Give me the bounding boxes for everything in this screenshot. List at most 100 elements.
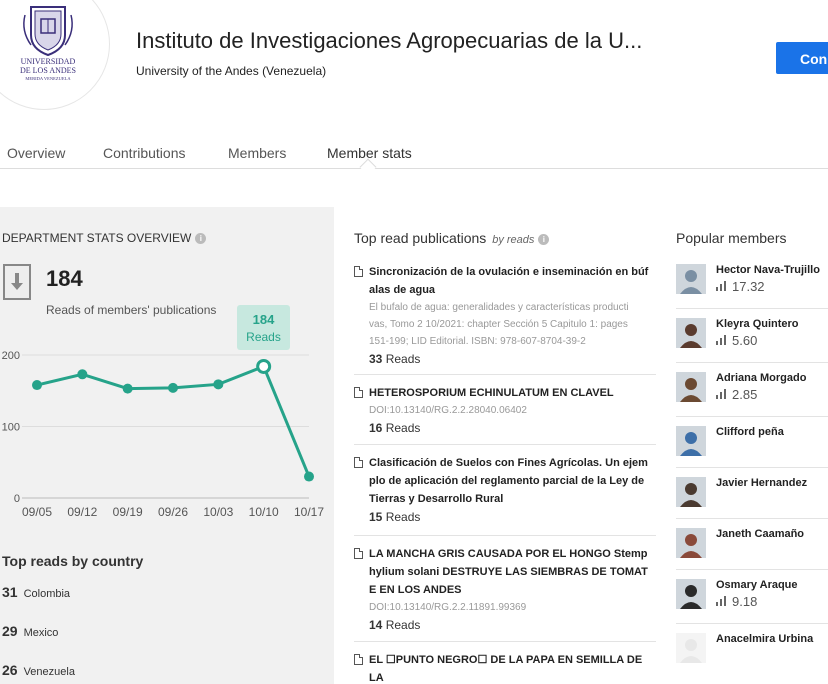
publication-reads: 33 Reads [369,350,656,368]
x-tick-label: 09/19 [113,505,143,519]
divider [676,518,828,519]
publication-title[interactable]: hylium solani DESTRUYE LAS SIEMBRAS DE T… [369,563,656,581]
member-score-value: 5.60 [732,333,758,348]
member-score: 5.60 [716,333,757,348]
member-score: 2.85 [716,387,757,402]
data-point [304,471,314,482]
avatar[interactable] [676,633,706,663]
member-name[interactable]: Kleyra Quintero [716,318,799,330]
contact-button[interactable]: Con [776,42,828,74]
stats-heading-row: DEPARTMENT STATS OVERVIEW i [2,231,207,245]
publication-title[interactable]: plo de aplicación del reglamento parcial… [369,472,656,490]
country-row: 29 Mexico [2,623,58,639]
document-icon [354,548,363,559]
member-score-value: 17.32 [732,279,765,294]
avatar[interactable] [676,477,706,507]
publication-title[interactable]: EL ☐PUNTO NEGRO☐ DE LA PAPA EN SEMILLA D… [369,651,656,684]
publication-title[interactable]: LA MANCHA GRIS CAUSADA POR EL HONGO Stem… [369,545,656,563]
institution-subtitle[interactable]: University of the Andes (Venezuela) [136,64,326,78]
y-tick-label: 100 [2,422,20,434]
publication-title[interactable]: Sincronización de la ovulación e insemin… [369,263,656,281]
member-name[interactable]: Anacelmira Urbina [716,633,813,645]
publication-reads-count: 33 [369,352,383,366]
member-name[interactable]: Janeth Caamaño [716,528,804,540]
publication-reads: 15 Reads [369,508,656,526]
document-icon [354,457,363,468]
publication-item[interactable]: Sincronización de la ovulación e insemin… [354,263,656,368]
total-reads-label: Reads of members' publications [46,303,217,317]
publication-item[interactable]: HETEROSPORIUM ECHINULATUM EN CLAVEL DOI:1… [354,384,656,437]
publication-reads-label: Reads [385,618,421,632]
publication-meta: DOI:10.13140/RG.2.2.28040.06402 [369,405,527,416]
publication-item[interactable]: LA MANCHA GRIS CAUSADA POR EL HONGO Stem… [354,545,656,634]
bar-chart-icon [716,335,728,345]
tab-member-stats[interactable]: Member stats [327,145,412,161]
member-item[interactable]: Adriana Morgado 2.85 [676,372,828,412]
publication-item[interactable]: EL ☐PUNTO NEGRO☐ DE LA PAPA EN SEMILLA D… [354,651,656,684]
member-item[interactable]: Osmary Araque 9.18 [676,579,828,619]
member-item[interactable]: Javier Hernandez [676,477,828,517]
avatar[interactable] [676,528,706,558]
tab-members[interactable]: Members [228,145,286,161]
divider [676,467,828,468]
member-item[interactable]: Clifford peña [676,426,828,466]
institution-title: Instituto de Investigaciones Agropecuari… [136,28,643,53]
avatar[interactable] [676,426,706,456]
data-point [77,369,88,380]
member-score-value: 9.18 [732,594,758,609]
country-name: Venezuela [23,666,75,678]
publication-title[interactable]: Clasificación de Suelos con Fines Agríco… [369,454,656,472]
avatar-head [685,378,697,390]
avatar[interactable] [676,372,706,402]
x-tick-label: 09/26 [158,505,188,519]
member-name[interactable]: Hector Nava-Trujillo [716,264,820,276]
avatar-head [685,534,697,546]
institution-logo: UNIVERSIDAD DE LOS ANDES MERIDA VENEZUEL… [0,0,110,110]
bar-chart-icon [716,596,728,606]
publication-meta: 151-199; LID Editorial. ISBN: 978-607-87… [369,336,586,347]
avatar-head [685,270,697,282]
member-item[interactable]: Hector Nava-Trujillo 17.32 [676,264,828,304]
publication-title[interactable]: E EN LOS ANDES [369,581,656,599]
info-icon[interactable]: i [538,233,550,245]
avatar[interactable] [676,264,706,294]
publication-meta: El bufalo de agua: generalidades y carac… [369,302,629,313]
data-point [32,380,42,391]
data-point-highlight [256,358,272,374]
avatar[interactable] [676,318,706,348]
x-tick-label: 10/03 [203,505,233,519]
avatar[interactable] [676,579,706,609]
tab-contributions[interactable]: Contributions [103,145,186,161]
publication-reads-count: 15 [369,510,383,524]
publication-title[interactable]: Tierras y Desarrollo Rural [369,490,656,508]
publication-title[interactable]: HETEROSPORIUM ECHINULATUM EN CLAVEL [369,384,656,402]
member-score: 9.18 [716,594,757,609]
member-name[interactable]: Clifford peña [716,426,784,438]
divider [676,416,828,417]
country-count: 31 [2,584,18,600]
divider [354,535,656,536]
country-row: 26 Venezuela [2,662,75,678]
publication-reads-label: Reads [385,352,421,366]
logo-text-line-1: UNIVERSIDAD [21,57,76,66]
document-icon [354,654,363,665]
member-item[interactable]: Anacelmira Urbina [676,633,828,673]
publications-heading-row: Top read publications by reads i [354,230,550,246]
member-item[interactable]: Kleyra Quintero 5.60 [676,318,828,358]
tab-overview[interactable]: Overview [7,145,65,161]
reads-line-chart[interactable]: 0 100 200 09/05 09/12 09/19 09/26 10/03 10/10 10/… [0,345,334,523]
divider [676,569,828,570]
member-name[interactable]: Osmary Araque [716,579,798,591]
publication-item[interactable]: Clasificación de Suelos con Fines Agríco… [354,454,656,526]
tooltip-value: 184 [252,312,275,327]
divider [354,374,656,375]
publication-title[interactable]: alas de agua [369,281,656,299]
member-name[interactable]: Adriana Morgado [716,372,806,384]
country-row: 31 Colombia [2,584,70,600]
publication-reads-label: Reads [385,421,421,435]
member-name[interactable]: Javier Hernandez [716,477,807,489]
member-item[interactable]: Janeth Caamaño [676,528,828,568]
info-icon[interactable]: i [195,233,207,245]
document-icon [354,266,363,277]
avatar-head [685,324,697,336]
